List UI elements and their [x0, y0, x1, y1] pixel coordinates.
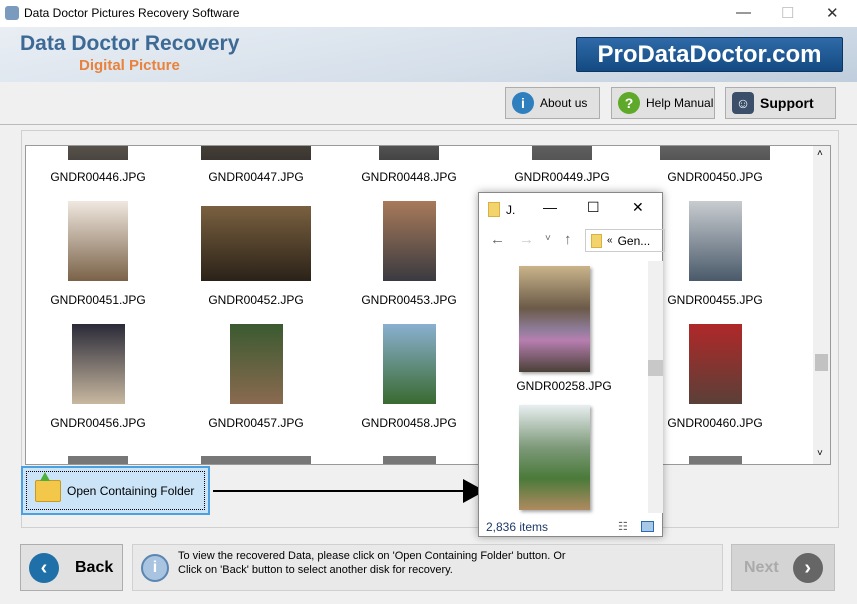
file-name[interactable]: GNDR00457.JPG	[186, 416, 326, 430]
thumbnail[interactable]	[229, 324, 283, 404]
file-name[interactable]: GNDR00453.JPG	[339, 293, 479, 307]
thumbnail[interactable]	[68, 456, 128, 464]
close-button[interactable]: ✕	[826, 4, 839, 22]
product-name: Data Doctor Recovery	[20, 32, 240, 55]
window-title: Data Doctor Pictures Recovery Software	[24, 6, 240, 20]
thumbnail[interactable]	[660, 146, 770, 160]
title-bar: Data Doctor Pictures Recovery Software —…	[0, 0, 857, 27]
file-name[interactable]: GNDR00456.JPG	[28, 416, 168, 430]
path-text: Gen...	[617, 233, 651, 248]
explorer-window[interactable]: J. — ☐ ✕ ← → ˅ ↑ « Gen... GNDR00258.JPG …	[478, 192, 665, 537]
thumbnail[interactable]	[382, 324, 436, 404]
folder-icon	[591, 233, 602, 248]
explorer-minimize[interactable]: —	[543, 199, 557, 215]
explorer-maximize[interactable]: ☐	[587, 199, 600, 216]
file-name[interactable]: GNDR00447.JPG	[186, 170, 326, 184]
support-button[interactable]: ☺ Support	[725, 87, 836, 119]
folder-icon	[488, 202, 500, 217]
thumbnail[interactable]	[382, 201, 436, 281]
company-logo[interactable]: ProDataDoctor.com	[576, 37, 843, 72]
help-manual-button[interactable]: ? Help Manual	[611, 87, 715, 119]
file-name[interactable]: GNDR00451.JPG	[28, 293, 168, 307]
scroll-thumb[interactable]	[815, 354, 828, 371]
thumbnail[interactable]	[68, 146, 128, 160]
thumbnail[interactable]	[688, 456, 742, 464]
path-prefix: «	[607, 235, 613, 246]
next-label: Next	[744, 558, 779, 576]
file-name[interactable]: GNDR00455.JPG	[645, 293, 785, 307]
open-folder-label: Open Containing Folder	[67, 483, 195, 498]
info-icon: i	[141, 554, 169, 582]
thumbnail[interactable]	[201, 206, 311, 281]
recent-chevron-icon[interactable]: ˅	[545, 233, 551, 244]
info-icon: i	[512, 92, 534, 114]
back-button[interactable]: ‹ Back	[20, 544, 123, 591]
arrow-line	[213, 490, 468, 492]
open-containing-folder-button[interactable]: Open Containing Folder	[21, 466, 210, 515]
details-view-icon[interactable]: ☷	[618, 520, 628, 533]
about-us-button[interactable]: i About us	[505, 87, 600, 119]
explorer-title: J.	[506, 203, 516, 217]
explorer-close[interactable]: ✕	[632, 199, 644, 216]
file-name[interactable]: GNDR00460.JPG	[645, 416, 785, 430]
thumbnail[interactable]	[379, 146, 439, 160]
forward-arrow-icon[interactable]: →	[519, 231, 534, 248]
minimize-button[interactable]: —	[736, 4, 751, 21]
next-button: Next ›	[731, 544, 835, 591]
item-count: 2,836 items	[486, 520, 549, 534]
thumbnail-grid[interactable]: GNDR00446.JPG GNDR00447.JPG GNDR00448.JPG G…	[25, 145, 831, 465]
message-line-2: Click on 'Back' button to select another…	[178, 564, 453, 576]
message-line-1: To view the recovered Data, please click…	[178, 550, 566, 562]
back-label: Back	[75, 558, 114, 576]
thumbnail[interactable]	[519, 266, 590, 372]
thumbnail[interactable]	[532, 146, 592, 160]
product-subtitle: Digital Picture	[79, 57, 180, 74]
status-message: i To view the recovered Data, please cli…	[132, 544, 723, 591]
file-name[interactable]: GNDR00452.JPG	[186, 293, 326, 307]
thumbnail[interactable]	[382, 456, 436, 464]
file-name[interactable]: GNDR00258.JPG	[479, 379, 649, 393]
file-name[interactable]: GNDR00446.JPG	[28, 170, 168, 184]
file-name[interactable]: GNDR00458.JPG	[339, 416, 479, 430]
maximize-button[interactable]: ☐	[781, 4, 794, 22]
divider	[0, 124, 857, 125]
help-label: Help Manual	[646, 96, 714, 110]
file-name[interactable]: GNDR00450.JPG	[645, 170, 785, 184]
explorer-scrollbar[interactable]	[648, 261, 663, 513]
about-label: About us	[540, 96, 588, 110]
app-icon	[5, 6, 19, 20]
thumbnail[interactable]	[688, 324, 742, 404]
help-icon: ?	[618, 92, 640, 114]
thumbnail[interactable]	[68, 201, 128, 281]
thumbnail-view-icon[interactable]	[641, 521, 654, 532]
back-chevron-icon: ‹	[29, 552, 59, 583]
folder-icon	[35, 471, 61, 502]
thumbnail[interactable]	[71, 324, 125, 404]
grid-scrollbar[interactable]: ˄ ˅	[813, 146, 830, 464]
thumbnail[interactable]	[201, 456, 311, 464]
support-person-icon: ☺	[732, 92, 754, 114]
next-chevron-icon: ›	[792, 552, 823, 583]
support-label: Support	[760, 95, 814, 111]
up-arrow-icon[interactable]: ↑	[564, 231, 572, 248]
thumbnail[interactable]	[201, 146, 311, 160]
file-name[interactable]: GNDR00448.JPG	[339, 170, 479, 184]
thumbnail[interactable]	[519, 405, 590, 510]
address-bar[interactable]: « Gen...	[585, 229, 665, 252]
thumbnail[interactable]	[688, 201, 742, 281]
file-name[interactable]: GNDR00449.JPG	[492, 170, 632, 184]
back-arrow-icon[interactable]: ←	[490, 231, 505, 248]
